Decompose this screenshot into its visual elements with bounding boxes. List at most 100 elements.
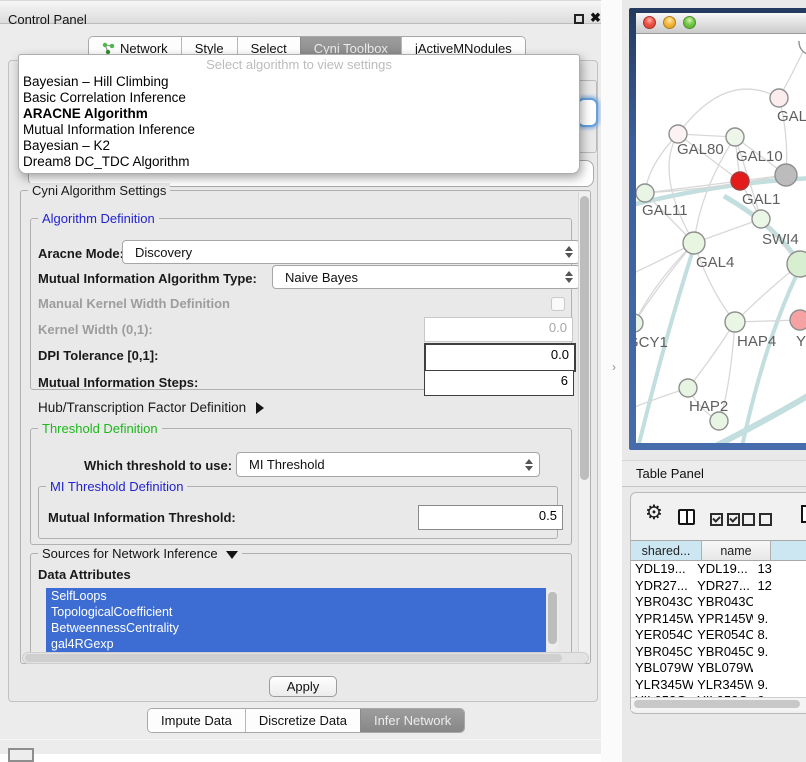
network-node[interactable] [683,232,705,254]
column-selector-icon[interactable] [678,509,695,525]
deselect-all-icon[interactable] [742,513,776,531]
network-node[interactable] [752,210,770,228]
focused-button[interactable] [577,98,598,127]
mi-steps-field[interactable]: 6 [424,370,574,396]
minimize-traffic-light-icon[interactable] [663,16,676,29]
dpi-tolerance-label: DPI Tolerance [0,1]: [38,348,158,363]
column-header-name[interactable]: name [702,540,771,561]
attributes-scrollbar-thumb[interactable] [548,592,557,644]
hub-definition-expander[interactable]: Hub/Transcription Factor Definition [38,400,264,415]
split-pane-handle-icon[interactable]: › [612,360,616,374]
dropdown-item-bayesian-hill-climbing[interactable]: Bayesian – Hill Climbing [19,74,579,90]
table-cell: YBL079W [631,660,693,677]
apply-button[interactable]: Apply [269,676,337,697]
sources-title-text: Sources for Network Inference [42,546,218,561]
zoom-traffic-light-icon[interactable] [683,16,696,29]
aracne-mode-label: Aracne Mode: [38,246,124,261]
docked-window-icon[interactable] [8,748,34,762]
tab-impute-data[interactable]: Impute Data [148,709,245,732]
tab-label: Infer Network [374,713,451,728]
manual-kernel-checkbox[interactable] [551,297,565,311]
network-node[interactable] [636,184,654,202]
node-label-hap4: HAP4 [737,333,776,350]
table-row[interactable]: YPR145WYPR145W9. [631,611,806,628]
dropdown-item-dream8-dc-tdc-algorithm[interactable]: Dream8 DC_TDC Algorithm [19,154,579,170]
node-label-gal: GAL [777,108,806,125]
attribute-item-betweennesscentrality[interactable]: BetweennessCentrality [46,620,546,636]
column-divider [686,511,688,523]
table-row[interactable]: YBR045CYBR045C9. [631,644,806,661]
network-window-titlebar[interactable] [636,13,806,34]
settings-vertical-scrollbar-thumb[interactable] [580,196,589,480]
tab-label: Discretize Data [259,713,347,728]
table-cell: YBL079W [693,660,753,677]
dpi-tolerance-field[interactable]: 0.0 [424,343,576,372]
network-node[interactable] [787,251,806,277]
table-row[interactable]: YDR27...YDR27...12 [631,578,806,595]
collapse-down-icon [226,551,238,559]
select-all-icon[interactable] [710,513,744,531]
table-row[interactable]: YBL079WYBL079W [631,660,806,677]
attribute-item-topologicalcoefficient[interactable]: TopologicalCoefficient [46,604,546,620]
node-label-y: Y [796,333,806,350]
table-cell: YDL19... [693,561,753,578]
new-table-icon[interactable] [801,505,806,523]
network-node[interactable] [725,312,745,332]
table-row[interactable]: YLR345WYLR345W9. [631,677,806,694]
kernel-width-field[interactable]: 0.0 [424,317,573,342]
tab-infer-network[interactable]: Infer Network [360,709,464,732]
table-row[interactable]: YBR043CYBR043C [631,594,806,611]
network-node[interactable] [679,379,697,397]
which-threshold-select[interactable]: MI Threshold [236,452,540,477]
network-edge[interactable] [688,322,735,388]
mi-type-label: Mutual Information Algorithm Type: [38,271,257,286]
network-edge[interactable] [636,243,694,323]
node-label-swi4: SWI4 [762,231,799,248]
sources-group-title[interactable]: Sources for Network Inference [38,546,242,561]
close-traffic-light-icon[interactable] [643,16,656,29]
network-node[interactable] [770,89,788,107]
algorithm-definition-title: Algorithm Definition [38,211,159,226]
dropdown-item-aracne-algorithm[interactable]: ARACNE Algorithm [19,106,579,122]
dropdown-item-bayesian-k2[interactable]: Bayesian – K2 [19,138,579,154]
table-cell: 9. [753,644,806,661]
table-body: YDL19...YDL19...13YDR27...YDR27...12YBR0… [631,561,806,697]
network-node[interactable] [775,164,797,186]
table-row[interactable]: YDL19...YDL19...13 [631,561,806,578]
dropdown-item-basic-correlation-inference[interactable]: Basic Correlation Inference [19,90,579,106]
tab-discretize-data[interactable]: Discretize Data [245,709,360,732]
node-label-gcy1: GCY1 [636,334,668,351]
float-window-icon[interactable] [574,14,584,24]
settings-horizontal-scrollbar-thumb[interactable] [25,654,562,662]
gear-icon[interactable]: ⚙ [645,503,663,523]
table-horizontal-scrollbar-thumb[interactable] [634,700,800,708]
mi-type-select[interactable]: Naive Bayes [272,265,580,289]
table-cell: YPR145W [631,611,693,628]
table-cell: YPR145W [693,611,753,628]
expand-right-icon [256,402,264,414]
network-node[interactable] [790,310,806,330]
dropdown-item-mutual-information-inference[interactable]: Mutual Information Inference [19,122,579,138]
data-attributes-list[interactable]: SelfLoopsTopologicalCoefficientBetweenne… [46,588,546,652]
close-icon[interactable]: ✖ [590,10,601,26]
aracne-mode-select[interactable]: Discovery [122,240,580,264]
network-node[interactable] [726,128,744,146]
mi-threshold-field[interactable]: 0.5 [418,505,563,530]
network-edge[interactable] [678,89,779,134]
network-graph: GALGAL80GAL10GAL1GAL11SWI4GAL4GCY1HAP4YH… [636,41,806,443]
algorithm-dropdown-popup: Select algorithm to view settings Bayesi… [18,54,580,174]
network-node[interactable] [731,172,749,190]
table-cell: YER054C [693,627,753,644]
node-label-gal80: GAL80 [677,141,724,158]
split-pane-divider[interactable] [601,0,622,762]
network-node[interactable] [636,314,643,332]
table-cell: YDR27... [693,578,753,595]
attribute-item-gal4rgexp[interactable]: gal4RGexp [46,636,546,652]
attribute-item-selfloops[interactable]: SelfLoops [46,588,546,604]
column-header-shared[interactable]: shared... [631,540,702,561]
attributes-scrollbar[interactable] [547,589,558,651]
cyni-mode-tabs: Impute Data Discretize Data Infer Network [147,708,465,733]
column-header-2[interactable] [771,540,806,561]
table-row[interactable]: YER054CYER054C8. [631,627,806,644]
node-label-gal4: GAL4 [696,254,734,271]
